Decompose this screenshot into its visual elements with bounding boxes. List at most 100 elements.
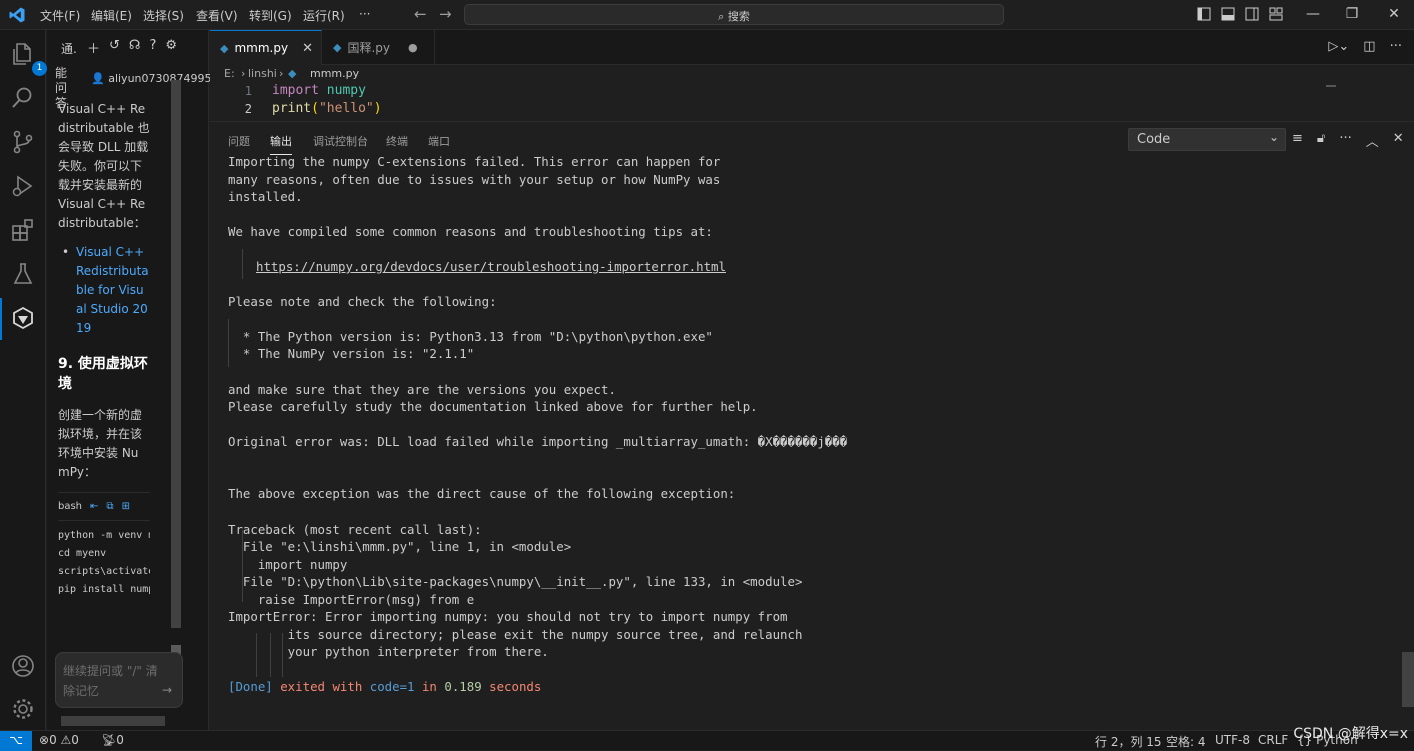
- code-line: pip install numpy: [58, 584, 150, 595]
- paren: ): [373, 101, 382, 116]
- breadcrumb: E: › linshi › ◆ mmm.py: [210, 65, 1414, 83]
- explorer-icon[interactable]: 1: [10, 41, 47, 76]
- output-line: Please note and check the following:: [228, 294, 497, 309]
- tab-ports[interactable]: 端口: [428, 133, 450, 149]
- output-channel-value: Code: [1137, 132, 1171, 147]
- menu-view[interactable]: 查看(V): [196, 7, 238, 24]
- unsaved-dot-icon[interactable]: ●: [408, 41, 418, 54]
- chat-input[interactable]: 继续提问或 "/" 清除记忆 →: [55, 652, 183, 708]
- problems-status[interactable]: ⊗0 ⚠0: [39, 733, 79, 747]
- troubleshooting-link[interactable]: https://numpy.org/devdocs/user/troublesh…: [256, 259, 726, 274]
- keyword-import: import: [272, 83, 319, 98]
- bottom-panel: 问题 输出 调试控制台 终端 端口 Code ⌄ ≡ 🔓︎ ··· ︿ ✕ Im…: [210, 121, 1414, 730]
- copy-code-icon[interactable]: ⧉: [106, 497, 113, 516]
- string-literal: "hello": [318, 101, 374, 116]
- breadcrumb-folder[interactable]: linshi: [248, 67, 277, 80]
- output-line: many reasons, often due to issues with y…: [228, 172, 721, 187]
- output-line: its source directory; please exit the nu…: [228, 627, 803, 642]
- more-actions-icon[interactable]: ···: [1390, 39, 1402, 54]
- code-line-2[interactable]: print("hello"): [272, 101, 382, 116]
- tab-terminal[interactable]: 终端: [386, 133, 408, 149]
- done-line: [Done] exited with code=1 in 0.189 secon…: [228, 679, 541, 694]
- lock-scroll-icon[interactable]: 🔓︎: [1317, 131, 1325, 150]
- output-scrollbar[interactable]: [1402, 652, 1414, 707]
- menu-file[interactable]: 文件(F): [40, 7, 80, 24]
- menu-selection[interactable]: 选择(S): [143, 7, 184, 24]
- code-lang: bash: [58, 501, 83, 512]
- back-arrow-icon[interactable]: ←: [414, 5, 427, 23]
- customize-layout-icon[interactable]: [1269, 7, 1283, 21]
- code-editor[interactable]: 1 import numpy 2 print("hello"): [210, 83, 1414, 121]
- code-block: python -m venv myenv cd myenv scripts\ac…: [58, 527, 150, 599]
- menu-more[interactable]: ···: [359, 7, 370, 21]
- remote-indicator-icon[interactable]: ⌥: [0, 731, 32, 751]
- account-icon[interactable]: [10, 653, 36, 679]
- menu-go[interactable]: 转到(G): [249, 7, 292, 24]
- output-line: your python interpreter from there.: [228, 644, 549, 659]
- redistributable-link[interactable]: Visual C++ Redistributable for Visual St…: [76, 245, 149, 335]
- forward-arrow-icon[interactable]: →: [439, 5, 452, 23]
- source-control-icon[interactable]: [10, 129, 36, 155]
- breadcrumb-drive[interactable]: E:: [224, 67, 235, 80]
- send-arrow-icon[interactable]: →: [162, 683, 172, 697]
- insert-code-icon[interactable]: ⇤: [90, 497, 98, 516]
- tab-debug-console[interactable]: 调试控制台: [313, 133, 368, 149]
- minimap[interactable]: [1326, 85, 1336, 87]
- manage-gear-icon[interactable]: [10, 696, 36, 722]
- ai-assistant-icon[interactable]: [0, 298, 36, 340]
- error-icon: ⊗: [39, 733, 50, 747]
- search-icon[interactable]: [10, 85, 36, 111]
- ports-status[interactable]: 📡︎0: [101, 733, 124, 747]
- line-number: 1: [244, 84, 252, 98]
- new-file-code-icon[interactable]: ⊞: [122, 497, 130, 516]
- restore-icon[interactable]: ❐: [1342, 6, 1362, 22]
- user-id: aliyun0730874995: [108, 72, 212, 85]
- error-count: 0: [49, 733, 57, 747]
- tab-problems[interactable]: 问题: [228, 133, 250, 149]
- menu-edit[interactable]: 编辑(E): [91, 7, 132, 24]
- port-count: 0: [116, 733, 124, 747]
- close-tab-icon[interactable]: ✕: [302, 41, 313, 56]
- clear-output-icon[interactable]: ≡: [1292, 131, 1303, 150]
- tab-output[interactable]: 输出: [270, 133, 292, 155]
- indentation[interactable]: 空格: 4: [1166, 733, 1206, 750]
- done-tag: [Done]: [228, 679, 273, 694]
- toggle-primary-sidebar-icon[interactable]: [1197, 7, 1211, 21]
- close-panel-icon[interactable]: ✕: [1393, 131, 1404, 150]
- history-icon[interactable]: ↺: [109, 38, 120, 57]
- settings-gear-icon[interactable]: ⚙: [165, 38, 177, 57]
- cursor-position[interactable]: 行 2，列 15: [1095, 733, 1162, 750]
- module-name: numpy: [318, 83, 366, 98]
- output-line: Original error was: DLL load failed whil…: [228, 434, 848, 449]
- tab-mmm-py[interactable]: ◆ mmm.py ✕: [210, 30, 322, 65]
- extensions-icon[interactable]: [10, 217, 36, 243]
- toggle-secondary-sidebar-icon[interactable]: [1245, 7, 1259, 21]
- horizontal-scrollbar[interactable]: [59, 716, 179, 726]
- split-editor-icon[interactable]: ◫: [1363, 39, 1375, 54]
- new-chat-icon[interactable]: ＋: [87, 38, 100, 57]
- chat-paragraph: 创建一个新的虚拟环境，并在该环境中安装 NumPy：: [58, 408, 143, 479]
- encoding[interactable]: UTF-8: [1215, 733, 1250, 747]
- feedback-icon[interactable]: ☊: [129, 38, 141, 57]
- more-actions-icon[interactable]: ···: [1339, 131, 1351, 150]
- toggle-panel-icon[interactable]: [1221, 7, 1235, 21]
- run-debug-icon[interactable]: [10, 173, 36, 199]
- command-center-search[interactable]: ⌕ 搜索: [464, 4, 1004, 25]
- run-python-file-icon[interactable]: ▷⌄: [1328, 39, 1349, 54]
- output-line: * The NumPy version is: "2.1.1": [228, 346, 475, 361]
- minimize-icon[interactable]: —: [1303, 6, 1323, 22]
- close-window-icon[interactable]: ✕: [1384, 6, 1404, 22]
- explorer-badge: 1: [32, 61, 47, 76]
- line-ending[interactable]: CRLF: [1258, 733, 1288, 747]
- menu-run[interactable]: 运行(R): [303, 7, 345, 24]
- maximize-panel-icon[interactable]: ︿: [1366, 131, 1379, 150]
- code-line-1[interactable]: import numpy: [272, 83, 366, 98]
- testing-icon[interactable]: [10, 261, 36, 287]
- output-line: * The Python version is: Python3.13 from…: [228, 329, 713, 344]
- breadcrumb-file[interactable]: mmm.py: [310, 67, 359, 80]
- help-icon[interactable]: ?: [149, 38, 156, 57]
- tab-guoshi-py[interactable]: ◆ 国释.py ●: [323, 30, 435, 65]
- chat-scrollbar[interactable]: [171, 80, 181, 680]
- output-line: File "e:\linshi\mmm.py", line 1, in <mod…: [228, 539, 572, 554]
- output-channel-select[interactable]: Code ⌄: [1128, 128, 1286, 151]
